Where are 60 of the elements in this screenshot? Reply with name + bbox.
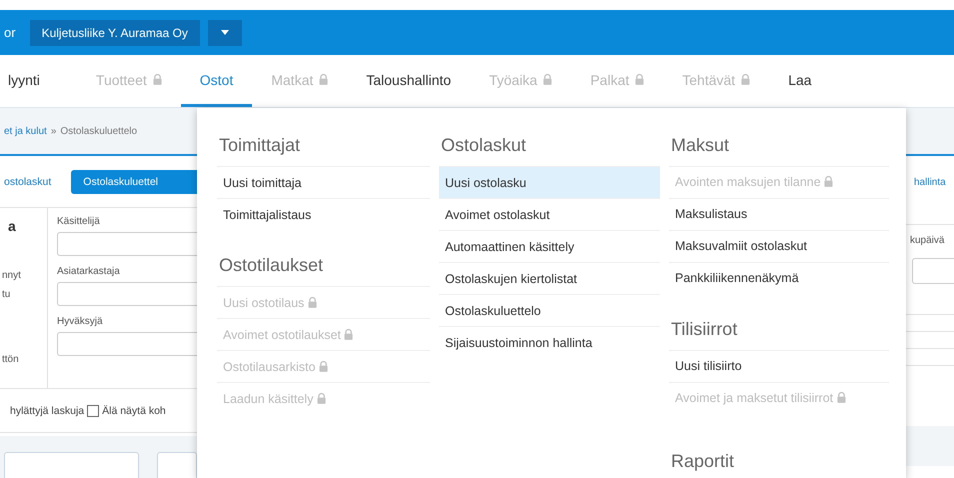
lock-icon [836,392,846,403]
nav-tab[interactable]: lyynti [8,55,59,107]
menu-item[interactable]: Uusi ostolasku [439,167,660,199]
breadcrumb-current: Ostolaskuluettelo [60,126,138,136]
lock-icon [344,328,354,340]
menu-item[interactable]: Maksuvalmiit ostolaskut [669,231,889,263]
input-field[interactable] [57,232,197,256]
field-label: Käsittelijä [57,216,101,227]
lock-icon [741,74,750,85]
field-label: kupäivä [910,235,946,246]
checkbox-label: hylättyjä laskuja [10,404,84,416]
input-field[interactable] [57,332,197,356]
action-button[interactable] [157,452,197,478]
menu-heading: Raportit [669,436,889,478]
breadcrumb-bar [906,108,954,156]
lock-icon [316,392,326,404]
lock-icon [824,176,834,187]
lock-icon [319,74,328,85]
button-bar [906,426,954,466]
field-label: Asiatarkastaja [57,266,121,277]
menu-item[interactable]: Automaattinen käsittely [439,231,660,263]
field-label: Hyväksyjä [57,316,104,327]
option-label: tu [2,289,12,300]
lock-icon [635,74,644,85]
company-selector[interactable]: Kuljetusliike Y. Auramaa Oy [30,20,200,46]
menu-item[interactable]: Maksulistaus [669,199,889,231]
menu-heading: Tilisiirrot [669,304,889,351]
menu-item[interactable]: Uusi toimittaja [217,167,430,199]
lock-icon [543,74,552,85]
menu-item[interactable]: Sijaisuustoiminnon hallinta [439,327,660,358]
menu-item[interactable]: Pankkiliikennenäkymä [669,263,889,294]
management-link[interactable]: hallinta [914,176,946,188]
section-heading: a [8,218,17,234]
option-label: nnyt [2,270,22,281]
subtab-link[interactable]: ostolaskut [4,176,52,188]
caret-icon [220,30,229,35]
company-dropdown-button[interactable] [208,20,242,46]
nav-tab[interactable]: Laa [769,55,831,107]
input-field[interactable] [57,282,197,306]
app-title: or [4,25,16,40]
breadcrumb-link[interactable]: et ja kulut [4,126,47,136]
subtab-button[interactable]: Ostolaskuluettel [71,170,197,194]
menu-item[interactable]: Toimittajalistaus [217,199,430,230]
menu-item[interactable]: Avoimet ostolaskut [439,199,660,231]
menu-heading: Maksut [669,120,889,167]
date-field[interactable] [912,258,954,284]
action-button[interactable] [4,452,139,478]
menu-heading: Ostotilaukset [217,240,430,287]
breadcrumb-separator: » [50,126,56,136]
menu-heading: Toimittajat [217,120,430,167]
lock-icon [318,360,328,372]
menu-item[interactable]: Uusi tilisiirto [669,351,889,383]
menu-item[interactable]: Ostolaskuluettelo [439,295,660,327]
menu-item[interactable]: Ostolaskujen kiertolistat [439,263,660,295]
checkbox-label: Älä näytä koh [102,404,166,416]
nav-tab[interactable]: Taloushallinto [347,55,470,107]
checkbox[interactable] [87,404,100,416]
lock-icon [152,74,162,85]
option-label: ttön [2,354,20,365]
lock-icon [308,296,317,308]
